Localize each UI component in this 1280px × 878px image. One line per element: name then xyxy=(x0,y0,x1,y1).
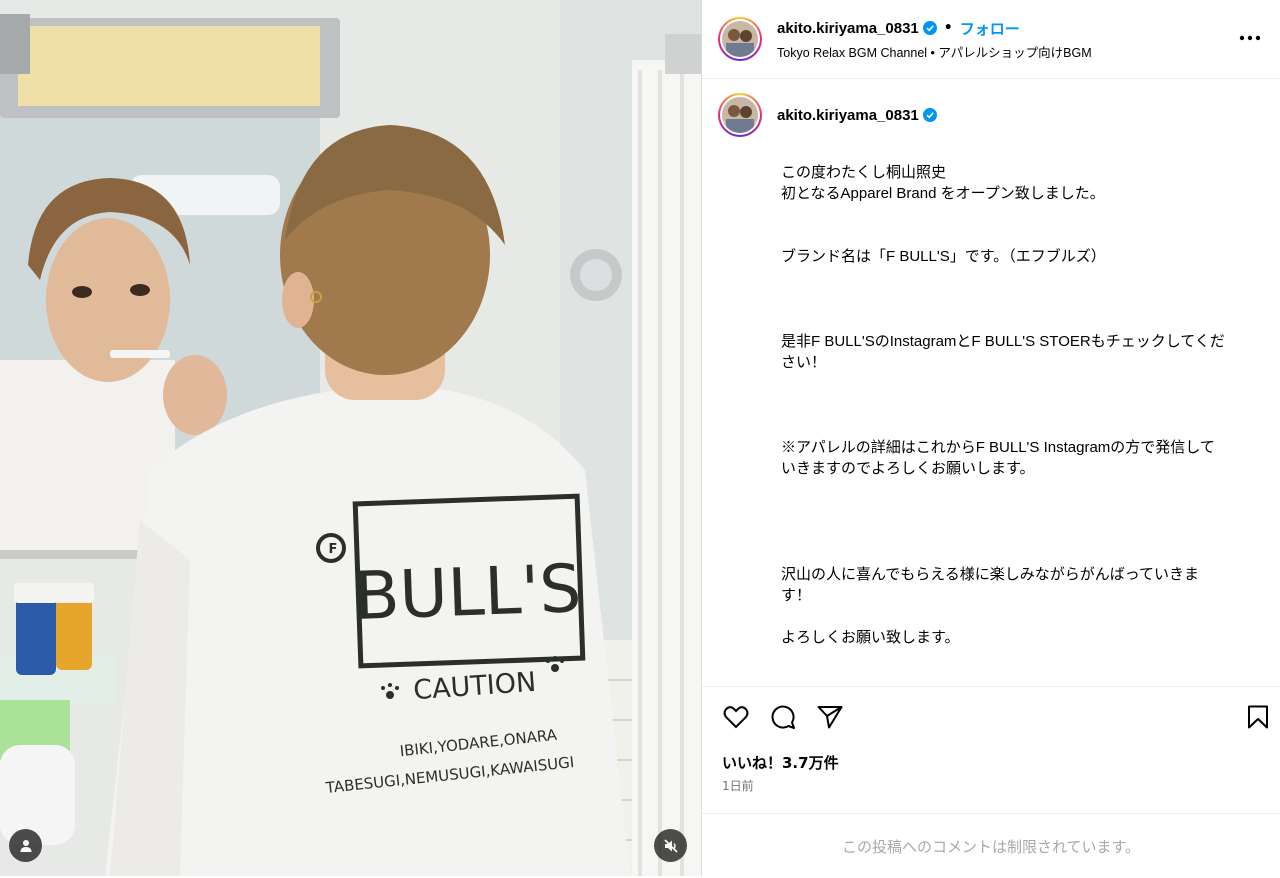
photo-scene: F BULL'S CAUTION IBIKI,YODARE,ONARA TABE… xyxy=(0,0,701,876)
post-side-panel: akito.kiriyama_0831 • フォロー Tokyo Relax B… xyxy=(701,0,1280,876)
comment-button[interactable] xyxy=(769,703,797,731)
avatar-image xyxy=(722,97,758,133)
send-icon xyxy=(817,706,843,729)
print-brand: BULL'S xyxy=(353,550,583,635)
caption-username[interactable]: akito.kiriyama_0831 xyxy=(777,107,919,124)
caption-paragraph: 沢山の人に喜んでもらえる様に楽しみながらがんばっていきま す！ xyxy=(781,566,1200,604)
follow-button[interactable]: フォロー xyxy=(960,18,1020,39)
post-timestamp[interactable]: 1日前 xyxy=(722,777,754,794)
share-button[interactable] xyxy=(816,703,844,731)
verified-badge-icon xyxy=(922,108,937,122)
author-username[interactable]: akito.kiriyama_0831 xyxy=(777,20,919,37)
audio-subtitle[interactable]: Tokyo Relax BGM Channel • アパレルショップ向けBGM xyxy=(777,42,1092,61)
post-actions: いいね！3.7万件 1日前 この投稿へのコメントは制限されています。 xyxy=(702,686,1280,876)
avatar[interactable] xyxy=(718,17,762,61)
tagged-users-button[interactable] xyxy=(9,829,42,862)
instagram-post: F BULL'S CAUTION IBIKI,YODARE,ONARA TABE… xyxy=(0,0,1280,876)
like-button[interactable] xyxy=(722,703,750,731)
avatar-image xyxy=(722,21,758,57)
separator-dot: • xyxy=(943,20,953,36)
caption-avatar[interactable] xyxy=(718,93,762,137)
caption-paragraph: ※アパレルの詳細はこれからF BULL'S Instagramの方で発信して い… xyxy=(781,439,1215,477)
muted-speaker-icon xyxy=(663,838,678,853)
caption-text: この度わたくし桐山照史 初となるApparel Brand をオープン致しました… xyxy=(781,162,1251,648)
svg-text:F: F xyxy=(329,542,338,557)
user-tag-icon xyxy=(20,839,31,852)
post-photo[interactable]: F BULL'S CAUTION IBIKI,YODARE,ONARA TABE… xyxy=(0,0,701,876)
caption-author: akito.kiriyama_0831 xyxy=(718,93,937,137)
verified-badge-icon xyxy=(922,21,937,35)
comment-icon xyxy=(771,705,795,729)
comments-restricted-notice: この投稿へのコメントは制限されています。 xyxy=(702,813,1280,878)
post-header: akito.kiriyama_0831 • フォロー Tokyo Relax B… xyxy=(702,0,1280,79)
save-button[interactable] xyxy=(1244,703,1272,731)
mute-toggle-button[interactable] xyxy=(654,829,687,862)
caption-paragraph: よろしくお願い致します。 xyxy=(781,629,960,646)
caption-area: akito.kiriyama_0831 この度わたくし桐山照史 初となるAppa… xyxy=(702,79,1280,686)
caption-paragraph: ブランド名は「F BULL'S」です。（エフブルズ） xyxy=(781,248,1106,265)
more-options-icon xyxy=(1239,35,1261,41)
bookmark-icon xyxy=(1248,705,1268,729)
more-options-button[interactable] xyxy=(1236,24,1264,52)
like-count[interactable]: いいね！3.7万件 xyxy=(722,752,839,773)
caption-paragraph: この度わたくし桐山照史 初となるApparel Brand をオープン致しました… xyxy=(781,164,1105,202)
heart-icon xyxy=(723,706,749,729)
caption-paragraph: 是非F BULL'SのInstagramとF BULL'S STOERもチェック… xyxy=(781,333,1225,371)
